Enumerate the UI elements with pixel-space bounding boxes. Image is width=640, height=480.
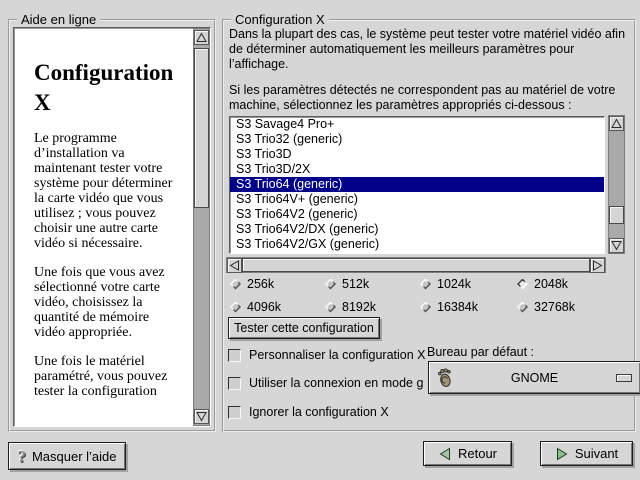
radio-512k[interactable]: 512k (325, 277, 369, 291)
hide-help-button[interactable]: ? Masquer l’aide (8, 442, 126, 470)
checkbox-customize-x[interactable]: Personnaliser la configuration X (228, 348, 426, 362)
video-card-list[interactable]: S3 Savage4 Pro+ S3 Trio32 (generic) S3 T… (229, 116, 605, 254)
prompt-text: Si les paramètres détectés ne correspond… (229, 83, 632, 113)
help-paragraph: Une fois le matériel paramétré, vous pou… (34, 354, 194, 399)
checkbox-graphical-login[interactable]: Utiliser la connexion en mode g (228, 376, 426, 390)
help-heading: Configuration X (34, 58, 194, 118)
list-item[interactable]: S3 Trio64V+ (generic) (230, 192, 604, 207)
scroll-up-icon[interactable] (194, 30, 209, 45)
checkbox-skip-x-config[interactable]: Ignorer la configuration X (228, 405, 426, 419)
help-paragraph: Une fois que vous avez sélectionné votre… (34, 265, 194, 340)
list-scrollbar-thumb[interactable] (609, 206, 624, 224)
list-item[interactable]: S3 Trio3D (230, 147, 604, 162)
xconfig-panel-title: Configuration X (231, 12, 329, 27)
radio-16384k[interactable]: 16384k (420, 300, 478, 314)
arrow-left-icon (438, 447, 452, 461)
test-configuration-button[interactable]: Tester cette configuration (228, 317, 380, 339)
radio-diamond-icon (420, 302, 431, 313)
scroll-down-icon[interactable] (609, 238, 624, 253)
intro-text: Dans la plupart des cas, le système peut… (229, 27, 632, 72)
list-item[interactable]: S3 Trio64V2 (generic) (230, 207, 604, 222)
radio-256k[interactable]: 256k (230, 277, 274, 291)
scroll-up-icon[interactable] (609, 116, 624, 131)
list-item[interactable]: S3 Trio64V2/GX (generic) (230, 237, 604, 252)
radio-diamond-icon (230, 279, 241, 290)
list-scrollbar-horizontal[interactable] (226, 257, 606, 273)
checkbox-icon (228, 349, 241, 362)
radio-8192k[interactable]: 8192k (325, 300, 376, 314)
radio-diamond-icon (230, 302, 241, 313)
radio-diamond-icon (325, 302, 336, 313)
help-paragraph: Le programme d’installation va maintenan… (34, 131, 194, 251)
radio-1024k[interactable]: 1024k (420, 277, 471, 291)
scroll-left-icon[interactable] (227, 258, 242, 273)
scroll-down-icon[interactable] (194, 409, 209, 424)
list-item[interactable]: S3 Trio3D/2X (230, 162, 604, 177)
radio-diamond-icon (517, 279, 528, 290)
help-text-area: Configuration X Le programme d’installat… (13, 27, 211, 427)
dropdown-indicator-icon (616, 374, 632, 382)
gnome-foot-icon (437, 368, 453, 388)
back-button[interactable]: Retour (423, 441, 512, 466)
radio-32768k[interactable]: 32768k (517, 300, 575, 314)
desktop-dropdown[interactable]: GNOME (428, 361, 640, 394)
radio-diamond-icon (517, 302, 528, 313)
xconfig-panel: Configuration X Dans la plupart des cas,… (222, 19, 636, 432)
help-panel: Aide en ligne Configuration X Le program… (8, 19, 216, 432)
help-scrollbar[interactable] (193, 28, 210, 426)
scroll-right-icon[interactable] (590, 258, 605, 273)
arrow-right-icon (555, 447, 569, 461)
list-item[interactable]: S3 Savage4 Pro+ (230, 117, 604, 132)
next-button[interactable]: Suivant (540, 441, 633, 466)
desktop-dropdown-value: GNOME (459, 371, 610, 385)
help-content: Configuration X Le programme d’installat… (14, 28, 194, 426)
help-panel-title: Aide en ligne (17, 12, 100, 27)
list-item-selected[interactable]: S3 Trio64 (generic) (230, 177, 604, 192)
checkbox-icon (228, 406, 241, 419)
installer-window: Aide en ligne Configuration X Le program… (0, 0, 640, 480)
radio-4096k[interactable]: 4096k (230, 300, 281, 314)
checkbox-icon (228, 377, 241, 390)
radio-diamond-icon (420, 279, 431, 290)
radio-diamond-icon (325, 279, 336, 290)
list-item[interactable]: S3 Trio64V2/DX (generic) (230, 222, 604, 237)
help-scrollbar-thumb[interactable] (194, 48, 209, 208)
hscroll-thumb[interactable] (242, 258, 590, 272)
question-mark-icon: ? (17, 448, 26, 465)
radio-2048k-selected[interactable]: 2048k (517, 277, 568, 291)
list-scrollbar-vertical[interactable] (608, 115, 625, 254)
list-item[interactable]: S3 Trio32 (generic) (230, 132, 604, 147)
default-desktop-label: Bureau par défaut : (427, 345, 534, 359)
